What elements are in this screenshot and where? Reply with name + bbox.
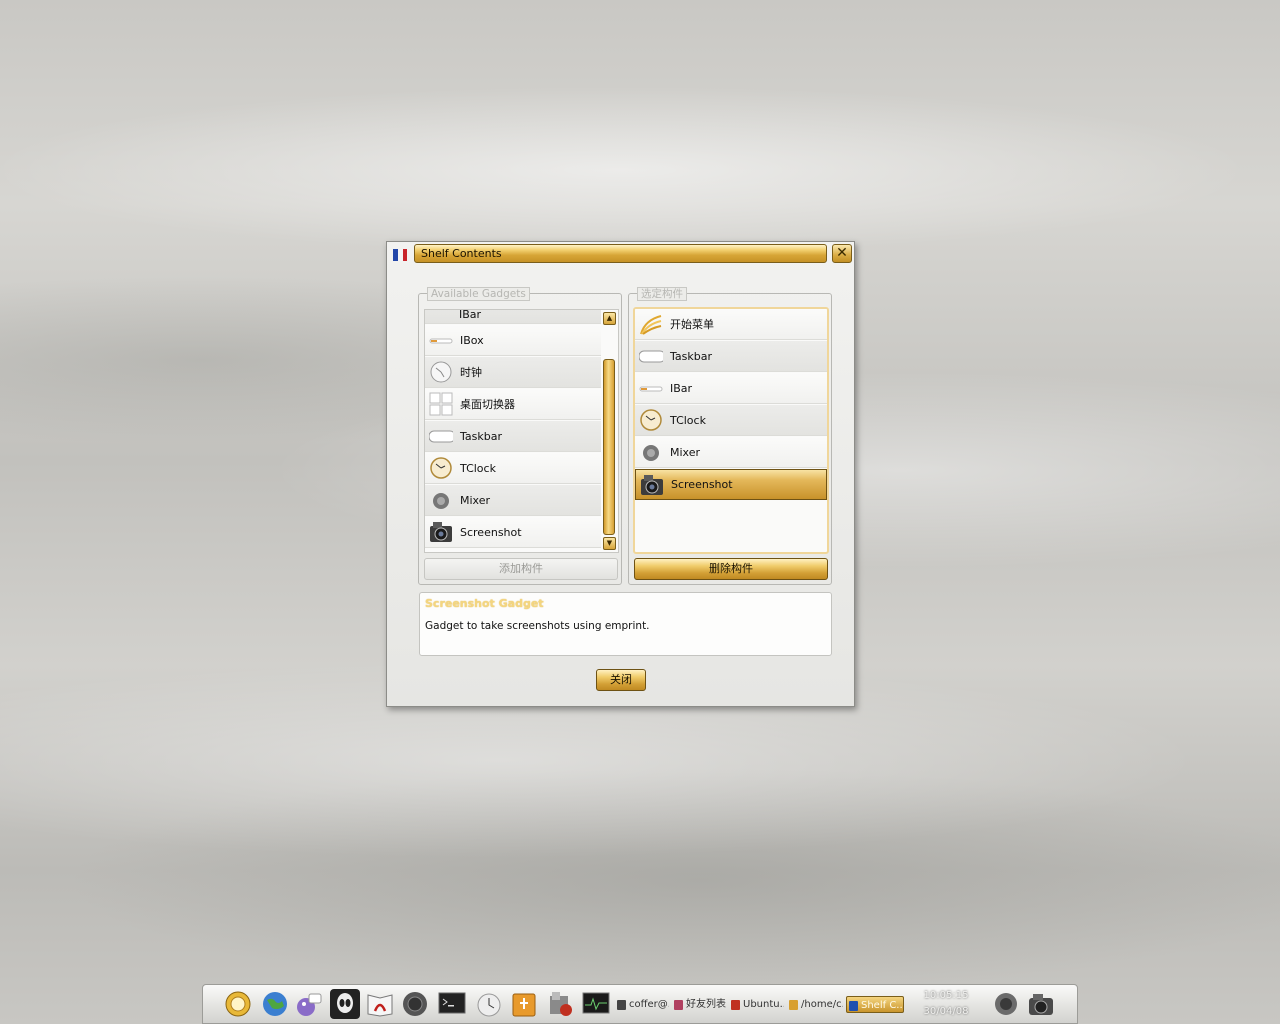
mixer-icon — [639, 440, 663, 464]
camera-tray-icon[interactable] — [1026, 989, 1056, 1019]
shelf-contents-dialog: Shelf Contents ✕ Available Gadgets IBar … — [386, 241, 855, 707]
list-item-label: Screenshot — [671, 478, 733, 491]
selected-gadgets-title: 选定构件 — [637, 287, 687, 301]
list-item[interactable]: Mixer — [635, 437, 827, 468]
window-title[interactable]: Shelf Contents — [414, 244, 827, 263]
available-gadgets-title: Available Gadgets — [427, 287, 530, 301]
globe-icon[interactable] — [260, 989, 290, 1019]
list-item[interactable]: IBar — [635, 373, 827, 404]
task-label: /home/c... — [801, 999, 843, 1010]
taskbar-task[interactable]: coffer@... — [615, 996, 669, 1013]
camera-icon — [640, 473, 664, 497]
clock-app-icon[interactable] — [473, 989, 503, 1019]
shelf-taskbar: coffer@... 好友列表 Ubuntu... /home/c... Shelf C… — [202, 984, 1078, 1024]
taskbar-task[interactable]: Shelf C... — [846, 996, 904, 1013]
pidgin-icon[interactable] — [293, 989, 323, 1019]
mixer-tray-icon[interactable] — [991, 989, 1021, 1019]
clock-date: 30/04/08 — [923, 1006, 969, 1017]
camera-icon — [429, 520, 453, 544]
close-window-button[interactable]: ✕ — [832, 244, 852, 263]
taskbar-task[interactable]: /home/c... — [787, 996, 843, 1013]
list-item[interactable]: TClock — [425, 453, 601, 484]
ibar-icon — [639, 376, 663, 400]
package-icon[interactable] — [509, 989, 539, 1019]
start-menu-icon[interactable] — [223, 989, 253, 1019]
tclock-icon — [639, 408, 663, 432]
list-item-label: Screenshot — [460, 525, 522, 539]
task-app-icon — [789, 1000, 798, 1010]
list-item[interactable]: IBox — [425, 325, 601, 356]
alien-icon[interactable] — [330, 989, 360, 1019]
list-item-label: IBar — [459, 309, 482, 321]
available-gadgets-group: Available Gadgets IBar IBox 时钟桌面切换器 Taskba… — [418, 287, 622, 585]
list-item-label: Taskbar — [460, 429, 502, 443]
available-scrollbar[interactable]: ▲ ▼ — [602, 311, 618, 552]
close-icon: ✕ — [836, 245, 848, 261]
list-item-label: 时钟 — [460, 366, 482, 379]
task-app-icon — [617, 1000, 626, 1010]
system-monitor-icon[interactable] — [581, 989, 611, 1019]
list-item-label: Mixer — [670, 445, 701, 459]
system-tools-icon[interactable] — [545, 989, 575, 1019]
selected-gadgets-group: 选定构件 开始菜单 Taskbar IBar TClock Mixer Screensho… — [628, 287, 832, 585]
list-item-label: TClock — [460, 461, 496, 475]
list-item-label: 桌面切换器 — [460, 398, 515, 411]
taskbar-icon — [428, 424, 456, 448]
add-gadget-button[interactable]: 添加构件 — [424, 558, 618, 580]
task-app-icon — [849, 1001, 858, 1011]
tclock-icon — [429, 456, 453, 480]
list-item[interactable]: Screenshot — [635, 469, 827, 500]
list-item[interactable]: IBar — [425, 309, 601, 324]
clock-time: 10:05:15 — [923, 990, 969, 1001]
taskbar-task[interactable]: Ubuntu... — [729, 996, 784, 1013]
task-label: Shelf C... — [861, 1000, 904, 1011]
mixer-icon — [429, 488, 453, 512]
gadget-description-panel: Screenshot Gadget Gadget to take screens… — [419, 592, 832, 656]
close-button[interactable]: 关闭 — [596, 669, 646, 691]
list-item-label: Mixer — [460, 493, 491, 507]
list-item[interactable]: 桌面切换器 — [425, 389, 601, 420]
pdf-reader-icon[interactable] — [365, 989, 395, 1019]
list-item[interactable]: 时钟 — [425, 357, 601, 388]
scroll-thumb[interactable] — [603, 359, 615, 535]
list-item-label: Taskbar — [670, 349, 712, 363]
list-item[interactable]: Screenshot — [425, 517, 601, 548]
task-label: 好友列表 — [686, 999, 726, 1010]
clock-icon — [429, 360, 453, 384]
remove-gadget-button[interactable]: 删除构件 — [634, 558, 828, 580]
pager-icon — [429, 392, 453, 416]
list-item[interactable]: Taskbar — [635, 341, 827, 372]
taskbar-icon — [638, 344, 666, 368]
list-item-label: TClock — [670, 413, 706, 427]
taskbar-task[interactable]: 好友列表 — [672, 996, 726, 1013]
task-app-icon — [674, 1000, 683, 1010]
list-item-label: IBar — [670, 381, 693, 395]
task-app-icon — [731, 1000, 740, 1010]
start-menu-icon — [639, 312, 663, 336]
list-item-label: 开始菜单 — [670, 318, 714, 331]
speaker-icon[interactable] — [400, 989, 430, 1019]
list-item[interactable]: 开始菜单 — [635, 309, 827, 340]
list-item[interactable]: Mixer — [425, 485, 601, 516]
selected-gadgets-list[interactable]: 开始菜单 Taskbar IBar TClock Mixer Screenshot — [633, 307, 829, 554]
scroll-up-button[interactable]: ▲ — [603, 312, 616, 325]
gadget-description-text: Gadget to take screenshots using emprint… — [425, 620, 650, 632]
ibox-icon — [429, 328, 453, 352]
list-item[interactable]: TClock — [635, 405, 827, 436]
available-gadgets-list[interactable]: IBar IBox 时钟桌面切换器 Taskbar TClock Mixer Screen… — [424, 309, 619, 553]
task-label: Ubuntu... — [743, 999, 784, 1010]
window-flag-icon[interactable] — [390, 245, 410, 265]
list-item[interactable]: Taskbar — [425, 421, 601, 452]
list-item-label: IBox — [460, 333, 484, 347]
terminal-icon[interactable] — [437, 989, 467, 1019]
task-label: coffer@... — [629, 999, 669, 1010]
scroll-down-button[interactable]: ▼ — [603, 537, 616, 550]
gadget-description-title: Screenshot Gadget — [425, 597, 544, 610]
